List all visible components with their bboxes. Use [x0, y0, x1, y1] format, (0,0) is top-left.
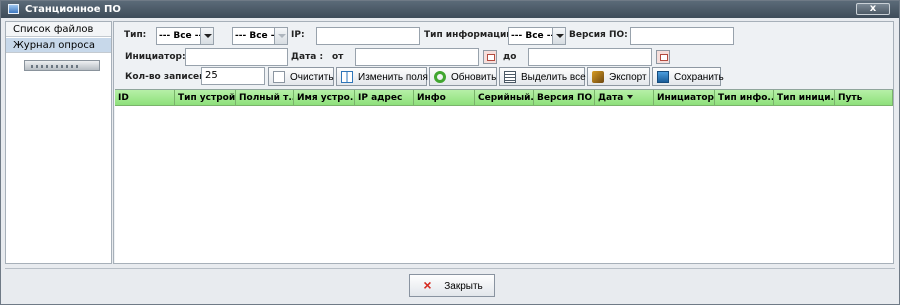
poll-journal-table: ID Тип устрой... Полный т... Имя устро..…	[115, 89, 893, 263]
sort-descending-icon	[627, 95, 634, 99]
save-button[interactable]: Сохранить	[652, 67, 724, 86]
close-button-label: Закрыть	[444, 281, 483, 292]
fields-grid-icon	[341, 71, 353, 83]
date-to-input[interactable]	[528, 48, 652, 66]
column-header-device-type[interactable]: Тип устрой...	[175, 90, 236, 106]
select-all-icon	[504, 71, 516, 83]
sidebar-item-poll-journal[interactable]: Журнал опроса	[6, 38, 111, 53]
column-header-version[interactable]: Версия ПО	[534, 90, 595, 106]
clear-document-icon	[273, 71, 285, 83]
export-icon	[592, 71, 604, 83]
chevron-down-icon[interactable]	[200, 28, 213, 44]
calendar-icon[interactable]	[483, 50, 497, 64]
dialog-footer: × Закрыть	[5, 268, 895, 302]
records-count-input[interactable]: 25	[201, 67, 265, 85]
version-label: Версия ПО:	[569, 30, 628, 40]
clear-button[interactable]: Очистить	[268, 67, 334, 86]
initiator-label: Инициатор:	[125, 52, 186, 62]
info-type-value: --- Все ---	[511, 31, 558, 41]
left-navigation: Список файлов ПО Журнал опроса	[5, 21, 112, 264]
column-header-full-type[interactable]: Полный т...	[236, 90, 294, 106]
date-from-label: от	[332, 52, 344, 62]
table-header: ID Тип устрой... Полный т... Имя устро..…	[115, 90, 893, 106]
save-icon	[657, 71, 669, 83]
info-type-select[interactable]: --- Все ---	[508, 27, 566, 45]
window-title-bar[interactable]: Станционное ПО x	[1, 1, 899, 18]
ip-input[interactable]	[316, 27, 420, 45]
type-subfilter-select[interactable]: --- Все ---	[232, 27, 288, 45]
column-header-ip-address[interactable]: IP адрес	[355, 90, 414, 106]
refresh-button-label: Обновить	[451, 72, 497, 83]
column-header-initiator-type[interactable]: Тип иници...	[774, 90, 835, 106]
window-close-button[interactable]: x	[856, 3, 890, 15]
change-fields-button-label: Изменить поля	[358, 72, 428, 83]
refresh-button[interactable]: Обновить	[429, 67, 497, 86]
chevron-down-icon[interactable]	[552, 28, 565, 44]
column-header-info-type[interactable]: Тип инфо...	[715, 90, 774, 106]
poll-journal-panel: Тип: --- Все --- --- Все --- IP: Тип инф…	[113, 21, 894, 264]
date-label: Дата :	[291, 52, 324, 62]
chevron-down-icon[interactable]	[274, 28, 287, 44]
date-column-label: Дата	[598, 93, 624, 103]
column-header-date[interactable]: Дата	[595, 90, 654, 106]
export-button-label: Экспорт	[609, 72, 647, 83]
records-count-label: Кол-во записей:	[125, 72, 210, 82]
ip-label: IP:	[291, 30, 305, 40]
close-x-icon: ×	[423, 277, 432, 293]
column-header-path[interactable]: Путь	[835, 90, 893, 106]
calendar-icon[interactable]	[656, 50, 670, 64]
refresh-icon	[434, 71, 446, 83]
version-input[interactable]	[630, 27, 734, 45]
type-filter-value: --- Все ---	[159, 31, 206, 41]
application-icon	[8, 4, 19, 14]
initiator-input[interactable]	[185, 48, 288, 66]
column-header-device-name[interactable]: Имя устро...	[294, 90, 355, 106]
column-header-serial[interactable]: Серийный...	[475, 90, 534, 106]
clear-button-label: Очистить	[290, 72, 334, 83]
sidebar-item-software-files[interactable]: Список файлов ПО	[6, 22, 111, 50]
change-fields-button[interactable]: Изменить поля	[336, 67, 428, 86]
save-button-label: Сохранить	[674, 72, 724, 83]
station-software-window: Станционное ПО x Список файлов ПО Журнал…	[0, 0, 900, 305]
date-to-label: до	[503, 52, 517, 62]
window-title: Станционное ПО	[25, 4, 121, 15]
date-from-input[interactable]	[355, 48, 479, 66]
info-type-label: Тип информации:	[424, 30, 517, 40]
type-filter-select[interactable]: --- Все ---	[156, 27, 214, 45]
network-device-image	[24, 60, 100, 71]
type-label: Тип:	[124, 30, 147, 40]
close-button[interactable]: × Закрыть	[409, 274, 495, 297]
select-all-button[interactable]: Выделить все	[499, 67, 586, 86]
export-button[interactable]: Экспорт	[587, 67, 650, 86]
column-header-id[interactable]: ID	[115, 90, 175, 106]
select-all-button-label: Выделить все	[521, 72, 586, 83]
column-header-initiator[interactable]: Инициатор	[654, 90, 715, 106]
column-header-info[interactable]: Инфо	[414, 90, 475, 106]
